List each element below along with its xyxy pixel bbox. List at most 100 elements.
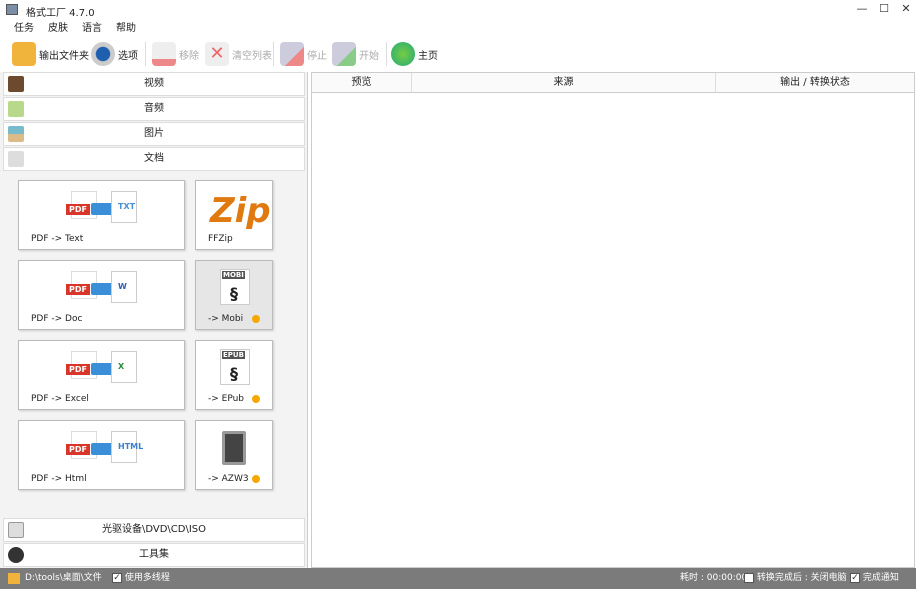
- tool-tile[interactable]: PDF TXT PDF -> Text: [18, 180, 185, 250]
- tile-label: PDF -> Text: [31, 234, 84, 244]
- options-button[interactable]: 选项: [91, 40, 138, 68]
- target-doc-icon: W: [111, 271, 137, 303]
- output-folder-button[interactable]: 输出文件夹: [12, 40, 89, 68]
- picture-icon: [8, 126, 24, 142]
- ebook-icon: MOBI §: [220, 269, 250, 305]
- maximize-button[interactable]: ☐: [874, 2, 894, 18]
- document-icon: [8, 151, 24, 167]
- category-label: 图片: [144, 128, 164, 139]
- category-label: 光驱设备\DVD\CD\ISO: [101, 524, 207, 535]
- stop-button[interactable]: 停止: [280, 40, 327, 68]
- target-doc-icon: X: [111, 351, 137, 383]
- notify-checkbox[interactable]: ✓ 完成通知: [850, 568, 899, 589]
- options-label: 选项: [118, 50, 138, 62]
- window-title: 格式工厂 4.7.0: [26, 8, 95, 19]
- title-bar: 格式工厂 4.7.0 — ☐ ✕: [0, 0, 916, 20]
- app-icon: [6, 4, 18, 15]
- category-video[interactable]: 视频: [3, 72, 305, 96]
- status-dot-icon: [252, 475, 260, 483]
- clear-list-button[interactable]: ✕ 清空列表: [205, 40, 272, 68]
- multithread-label: 使用多线程: [124, 573, 170, 583]
- close-button[interactable]: ✕: [896, 2, 916, 18]
- elapsed-time: 耗时 : 00:00:00: [680, 573, 748, 583]
- tool-tile[interactable]: Zip FFZip: [195, 180, 273, 250]
- after-done-label: 转换完成后 : 关闭电脑: [756, 573, 847, 583]
- category-audio[interactable]: 音频: [3, 97, 305, 121]
- stop-icon: [280, 42, 304, 66]
- tool-tile[interactable]: PDF W PDF -> Doc: [18, 260, 185, 330]
- column-source[interactable]: 来源: [412, 73, 716, 93]
- disc-drive-icon: [8, 522, 24, 538]
- menu-task[interactable]: 任务: [14, 20, 34, 38]
- status-dot-icon: [252, 315, 260, 323]
- output-path[interactable]: D:\tools\桌面\文件: [25, 568, 102, 589]
- target-doc-icon: HTML: [111, 431, 143, 463]
- tile-label: FFZip: [208, 234, 233, 244]
- format-badge: X: [118, 362, 125, 371]
- tool-tile[interactable]: PDF HTML PDF -> Html: [18, 420, 185, 490]
- checkbox[interactable]: [744, 572, 754, 583]
- ffzip-icon: Zip: [210, 191, 271, 231]
- folder-icon: [12, 42, 36, 66]
- notify-label: 完成通知: [862, 573, 899, 583]
- tool-tile[interactable]: -> AZW3: [195, 420, 273, 490]
- column-preview[interactable]: 预览: [312, 73, 412, 93]
- tile-label: -> Mobi: [208, 314, 244, 324]
- category-label: 文档: [144, 153, 164, 164]
- start-button[interactable]: 开始: [332, 40, 379, 68]
- separator: [273, 42, 274, 66]
- music-icon: [8, 101, 24, 117]
- pdf-badge: PDF: [66, 204, 90, 215]
- category-label: 视频: [144, 78, 164, 89]
- task-list[interactable]: 预览 来源 输出 / 转换状态: [311, 72, 915, 568]
- category-image[interactable]: 图片: [3, 122, 305, 146]
- tool-tile[interactable]: PDF X PDF -> Excel: [18, 340, 185, 410]
- clear-list-label: 清空列表: [232, 50, 272, 62]
- ebook-icon: EPUB §: [220, 349, 250, 385]
- category-tools[interactable]: 工具集: [3, 543, 305, 567]
- tools-icon: [8, 547, 24, 563]
- category-optical[interactable]: 光驱设备\DVD\CD\ISO: [3, 518, 305, 542]
- status-dot-icon: [252, 395, 260, 403]
- tool-tile[interactable]: EPUB § -> EPub: [195, 340, 273, 410]
- start-label: 开始: [359, 50, 379, 62]
- home-label: 主页: [418, 50, 438, 62]
- tile-label: -> AZW3: [208, 474, 249, 484]
- start-icon: [332, 42, 356, 66]
- tool-tile[interactable]: MOBI § -> Mobi: [195, 260, 273, 330]
- menu-skin[interactable]: 皮肤: [48, 20, 68, 38]
- checkbox[interactable]: ✓: [112, 572, 122, 583]
- tile-label: PDF -> Doc: [31, 314, 83, 324]
- category-label: 工具集: [139, 549, 169, 560]
- category-label: 音频: [144, 103, 164, 114]
- gear-icon: [91, 42, 115, 66]
- format-badge: W: [118, 282, 127, 291]
- format-badge: MOBI: [222, 271, 245, 279]
- home-button[interactable]: 主页: [391, 40, 438, 68]
- status-bar: D:\tools\桌面\文件 ✓ 使用多线程 耗时 : 00:00:00 转换完…: [0, 568, 916, 589]
- remove-icon: [152, 42, 176, 66]
- multithread-checkbox[interactable]: ✓ 使用多线程: [112, 568, 170, 589]
- format-badge: TXT: [118, 202, 136, 211]
- column-output-status[interactable]: 输出 / 转换状态: [716, 73, 914, 93]
- tile-label: -> EPub: [208, 394, 245, 404]
- toolbar: 输出文件夹 选项 移除 ✕ 清空列表 停止 开始 主页: [0, 38, 916, 70]
- separator: [386, 42, 387, 66]
- minimize-button[interactable]: —: [852, 2, 872, 18]
- output-folder-label: 输出文件夹: [39, 50, 89, 62]
- film-icon: [8, 76, 24, 92]
- category-document[interactable]: 文档: [3, 147, 305, 171]
- menu-bar: 任务 皮肤 语言 帮助: [0, 20, 136, 38]
- globe-icon: [391, 42, 415, 66]
- remove-label: 移除: [179, 50, 199, 62]
- menu-language[interactable]: 语言: [82, 20, 102, 38]
- menu-help[interactable]: 帮助: [116, 20, 136, 38]
- format-badge: EPUB: [222, 351, 245, 359]
- ereader-icon: [222, 431, 246, 465]
- after-done-checkbox[interactable]: 转换完成后 : 关闭电脑: [744, 568, 847, 589]
- checkbox[interactable]: ✓: [850, 572, 860, 583]
- remove-button[interactable]: 移除: [152, 40, 199, 68]
- folder-icon: [8, 573, 20, 584]
- stop-label: 停止: [307, 50, 327, 62]
- pdf-badge: PDF: [66, 284, 90, 295]
